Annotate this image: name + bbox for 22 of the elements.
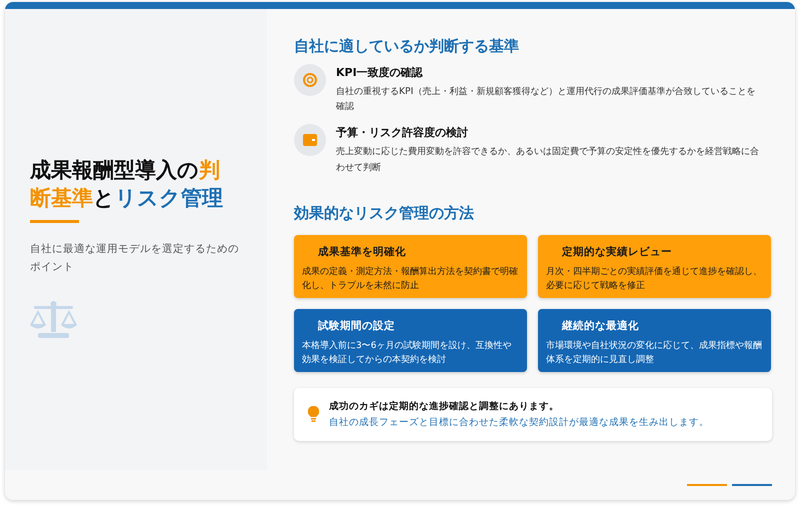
slide-title: 成果報酬型導入の判断基準と リスク管理 bbox=[30, 157, 224, 212]
slide-subtitle: 自社に最適な運用モデルを選定するためのポイント bbox=[30, 242, 240, 275]
criteria-title: 予算・リスク許容度の検討 bbox=[336, 125, 469, 140]
tip-text: 自社の成長フェーズと目標に合わせた柔軟な契約設計が最適な成果を生み出します。 bbox=[329, 416, 709, 429]
card-title: 成果基準を明確化 bbox=[318, 244, 407, 259]
scale-icon bbox=[30, 300, 77, 339]
wallet-icon bbox=[303, 134, 317, 146]
lightbulb-icon bbox=[308, 406, 319, 422]
tip-title: 成功のカギは定期的な進捗確認と調整にあります。 bbox=[329, 400, 560, 413]
card-title: 定期的な実績レビュー bbox=[562, 244, 673, 259]
card-title: 継続的な最適化 bbox=[562, 318, 640, 333]
section-heading: 効果的なリスク管理の方法 bbox=[294, 204, 475, 223]
criteria-text: 自社の重視するKPI（売上・利益・新規顧客獲得など）と運用代行の成果評価基準が合致していることを確認 bbox=[336, 85, 756, 114]
card-text: 月次・四半期ごとの実績評価を通じて進捗を確認し、必要に応じて戦略を修正 bbox=[546, 266, 763, 294]
target-icon bbox=[303, 73, 317, 87]
card-text: 本格導入前に3〜6ヶ月の試験期間を設け、互換性や効果を検証してからの本契約を検討 bbox=[302, 340, 512, 368]
criteria-title: KPI一致度の確認 bbox=[336, 65, 424, 80]
card-title: 試験期間の設定 bbox=[318, 318, 396, 333]
card-text: 成果の定義・測定方法・報酬算出方法を契約書で明確化し、トラブルを未然に防止 bbox=[302, 266, 519, 294]
card-text: 市場環境や自社状況の変化に応じて、成果指標や報酬体系を定期的に見直し調整 bbox=[546, 340, 763, 368]
section-heading: 自社に適しているか判断する基準 bbox=[294, 37, 520, 56]
criteria-text: 売上変動に応じた費用変動を許容できるか、あるいは固定費で予算の安定性を優先するかを経営戦略に合わせて判断 bbox=[336, 145, 760, 175]
